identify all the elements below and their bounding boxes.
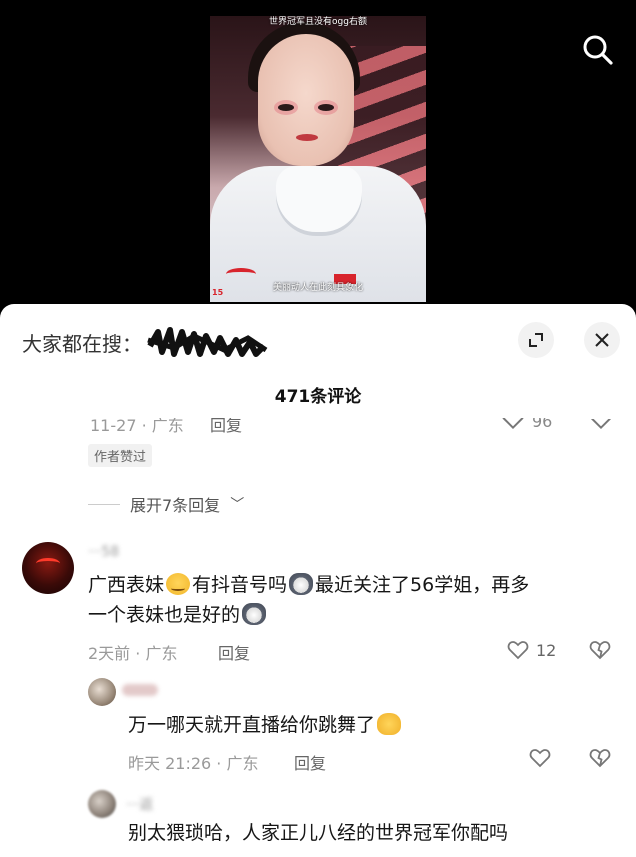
expand-button[interactable]: [518, 322, 554, 358]
comment-text-part: 广西表妹: [88, 574, 165, 596]
expand-replies-button[interactable]: 展开7条回复 ﹀: [88, 492, 244, 516]
search-button[interactable]: [578, 30, 618, 70]
dislike-button[interactable]: [588, 746, 612, 774]
video-caption-bottom: 美丽动人在此刻具象化: [272, 283, 363, 293]
comment-time-location: 2天前 · 广东: [88, 644, 178, 663]
dislike-heart-icon: [589, 641, 611, 660]
trending-search-label[interactable]: 大家都在搜：: [22, 328, 142, 357]
athlete-face: [258, 34, 354, 166]
video-frame[interactable]: 世界冠军且没有ogg右额 美丽动人在此刻具象化 15: [210, 16, 426, 302]
avatar[interactable]: [88, 790, 116, 818]
reply-button[interactable]: 回复: [218, 640, 250, 664]
left-eye: [278, 104, 294, 111]
dislike-button[interactable]: [588, 638, 612, 666]
comment-username-redacted[interactable]: [122, 684, 158, 696]
video-caption-top: 世界冠军且没有ogg右额: [269, 17, 367, 27]
comment-text-part: 一个表妹也是好的: [88, 604, 241, 626]
partial-like-count: 96: [532, 418, 553, 431]
reply-button[interactable]: 回复: [294, 750, 326, 774]
right-eye: [318, 104, 334, 111]
comment-body: 广西表妹 有抖音号吗 最近关注了56学姐，再多 一个表妹也是好的: [88, 570, 608, 630]
comment-count: 471条评论: [274, 387, 362, 407]
like-button[interactable]: 12: [506, 638, 556, 662]
partial-dislike-button[interactable]: [588, 406, 614, 436]
husky-emoji-icon: [289, 573, 314, 595]
expand-icon: [529, 333, 543, 347]
ok-hand-emoji-icon: [377, 713, 402, 735]
heart-icon: [502, 418, 524, 430]
comment-body: 万一哪天就开直播给你跳舞了: [128, 710, 403, 740]
heart-icon: [507, 641, 529, 660]
avatar[interactable]: [88, 678, 116, 706]
like-count: 12: [536, 640, 557, 660]
athlete-lips: [296, 134, 318, 141]
comment-text-part: 有抖音号吗: [192, 574, 288, 596]
video-area[interactable]: 世界冠军且没有ogg右额 美丽动人在此刻具象化 15: [0, 0, 636, 320]
husky-emoji-icon: [242, 603, 267, 625]
comment-sheet: 大家都在搜： 471条评论 11-27 · 广东 回复 96 作者赞过 展开7条…: [0, 304, 636, 857]
partial-comment-time: 11-27 · 广东: [90, 418, 184, 435]
comment-body: 别太猥琐哈，人家正儿八经的世界冠军你配吗: [128, 822, 509, 844]
comment-text-part: 最近关注了56学姐，再多: [315, 574, 530, 596]
close-icon: [595, 333, 609, 347]
comment-username[interactable]: ···返: [126, 794, 153, 814]
like-button[interactable]: [528, 746, 552, 770]
partial-reply-link[interactable]: 回复: [210, 418, 242, 436]
sheet-header: 大家都在搜：: [0, 304, 636, 374]
comment-username[interactable]: ···58: [88, 544, 119, 560]
dislike-heart-icon: [588, 406, 614, 432]
video-corner-mark: 15: [212, 288, 224, 297]
redacted-search-term[interactable]: [144, 324, 268, 360]
comment-time-location: 昨天 21:26 · 广东: [128, 754, 259, 773]
divider-line: [88, 503, 120, 505]
close-button[interactable]: [584, 322, 620, 358]
expand-replies-label: 展开7条回复: [130, 496, 221, 515]
avatar[interactable]: [22, 542, 74, 594]
search-icon: [583, 35, 613, 65]
smirk-emoji-icon: [166, 573, 191, 595]
dislike-heart-icon: [589, 749, 611, 768]
brand-logo: [226, 268, 256, 280]
author-liked-badge: 作者赞过: [88, 444, 153, 467]
comment-text-part: 万一哪天就开直播给你跳舞了: [128, 714, 376, 736]
chevron-down-icon: ﹀: [230, 497, 245, 513]
partial-like-group[interactable]: 96: [500, 418, 590, 436]
heart-icon: [529, 749, 551, 768]
